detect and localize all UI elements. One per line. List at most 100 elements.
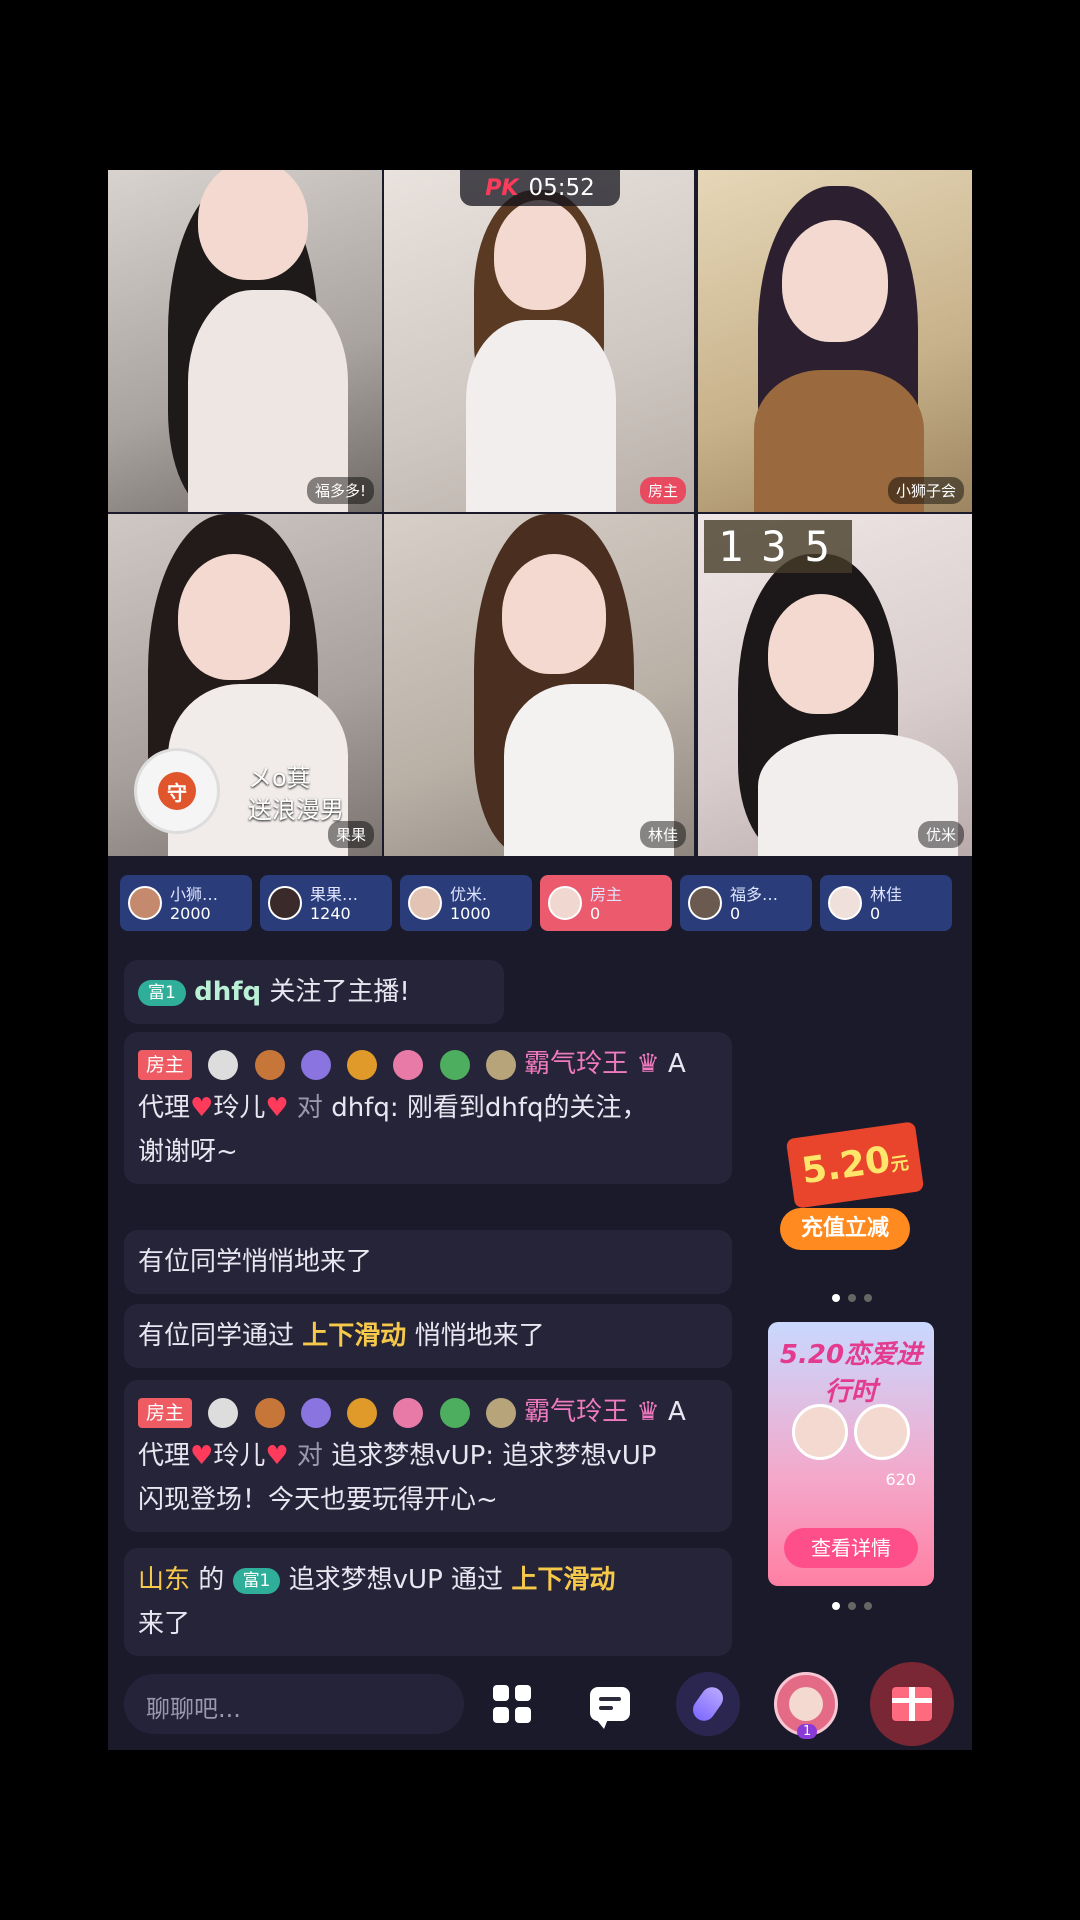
pk-logo: PK xyxy=(485,175,519,201)
gift-description: 送浪漫男 xyxy=(248,796,344,824)
stream-tile-5[interactable]: 林佳 xyxy=(384,514,694,856)
coupon-amount: 5.20 xyxy=(799,1139,893,1193)
medal-icon xyxy=(393,1049,424,1080)
stream-name-tag: 林佳 xyxy=(639,821,686,848)
chat-message-host-2[interactable]: 房主 霸气玲王 ♛ A 代理♥玲儿♥ 对 追求梦想vUP: 追求梦想vUP 闪现… xyxy=(124,1380,732,1532)
gift-icon xyxy=(892,1687,932,1721)
rank-score: 0 xyxy=(870,904,881,923)
chat-username[interactable]: dhfq xyxy=(194,977,261,1007)
rank-item[interactable]: 福多… 0 xyxy=(680,875,812,931)
event-avatars xyxy=(792,1404,910,1464)
chat-to-word: 对 xyxy=(296,1441,323,1471)
stream-tile-3[interactable]: 小狮子会 xyxy=(698,170,972,512)
medal-icon xyxy=(393,1397,424,1428)
chat-highlight: 上下滑动 xyxy=(302,1321,407,1351)
heart-icon: ♥ xyxy=(190,1093,214,1123)
gift-button[interactable] xyxy=(870,1662,954,1746)
chat-to-word: 对 xyxy=(296,1093,323,1123)
chat-username[interactable]: 霸气玲王 xyxy=(524,1397,628,1427)
event-banner[interactable]: 5.20恋爱进行时 620 查看详情 xyxy=(768,1322,934,1586)
medal-icon xyxy=(254,1049,285,1080)
chat-message-follow[interactable]: 富1 dhfq 关注了主播! xyxy=(124,960,504,1024)
avatar xyxy=(828,886,862,920)
chat-message-enter-swipe: 有位同学通过 上下滑动 悄悄地来了 xyxy=(124,1304,732,1368)
chat-text: 通过 xyxy=(451,1565,504,1595)
level-text: A xyxy=(668,1397,686,1427)
stream-tile-2[interactable]: 房主 xyxy=(384,170,694,512)
coupon-unit: 元 xyxy=(889,1152,911,1176)
recharge-button[interactable]: 充值立减 xyxy=(780,1208,910,1250)
level-text: A xyxy=(668,1049,686,1079)
fan-club-button[interactable]: 1 xyxy=(774,1672,838,1739)
chat-message-enter: 有位同学悄悄地来了 xyxy=(124,1230,732,1294)
rank-score: 1000 xyxy=(450,904,491,923)
pk-ranking-bar: 小狮… 2000 果果… 1240 优米. 1000 房主 0 福多… 0 林佳… xyxy=(120,875,970,931)
medal-icon xyxy=(208,1049,239,1080)
crown-icon: ♛ xyxy=(636,1049,660,1079)
fan-name: 玲儿 xyxy=(213,1093,266,1123)
fan-name: 玲儿 xyxy=(213,1441,266,1471)
stream-tile-1[interactable]: 福多多! xyxy=(108,170,382,512)
heart-icon: ♥ xyxy=(190,1441,214,1471)
chat-input[interactable]: 聊聊吧... xyxy=(124,1674,464,1734)
title-text: 代理 xyxy=(138,1441,191,1471)
chat-text: 有位同学悄悄地来了 xyxy=(138,1247,373,1277)
medal-icon xyxy=(439,1049,470,1080)
banner-pager xyxy=(832,1602,872,1610)
chat-text: 的 xyxy=(198,1565,225,1595)
more-apps-button[interactable] xyxy=(480,1672,544,1736)
wealth-level-badge: 富1 xyxy=(232,1567,281,1594)
chat-text: 谢谢呀~ xyxy=(138,1137,238,1167)
recharge-discount-banner[interactable]: 5.20元 充值立减 xyxy=(780,1121,930,1260)
chat-bubble-icon xyxy=(590,1687,630,1729)
chat-target-user: dhfq: xyxy=(331,1093,399,1123)
view-details-button[interactable]: 查看详情 xyxy=(784,1528,918,1568)
grid-icon xyxy=(493,1685,531,1723)
host-badge: 房主 xyxy=(138,1397,193,1428)
chat-target-user: 追求梦想vUP: xyxy=(331,1441,495,1471)
chat-text: 关注了主播! xyxy=(269,977,410,1007)
chat-text: 悄悄地来了 xyxy=(414,1321,545,1351)
pk-timer: PK 05:52 xyxy=(460,170,620,206)
title-text: 代理 xyxy=(138,1093,191,1123)
pk-score: 135 xyxy=(704,520,852,573)
stream-tile-6[interactable]: 135 优米 xyxy=(698,514,972,856)
rank-item[interactable]: 果果… 1240 xyxy=(260,875,392,931)
chat-username[interactable]: 霸气玲王 xyxy=(524,1049,628,1079)
avatar xyxy=(548,886,582,920)
rank-name: 福多… xyxy=(730,885,779,904)
pk-countdown: 05:52 xyxy=(528,175,595,201)
voice-button[interactable] xyxy=(676,1672,740,1736)
rank-item[interactable]: 林佳 0 xyxy=(820,875,952,931)
medal-icon xyxy=(208,1397,239,1428)
chat-username[interactable]: 追求梦想vUP xyxy=(289,1565,443,1595)
stream-name-tag: 优米 xyxy=(917,821,964,848)
chat-text: 追求梦想vUP xyxy=(502,1441,657,1471)
medal-icon xyxy=(254,1397,285,1428)
chat-message-enter-user[interactable]: 山东 的 富1 追求梦想vUP 通过 上下滑动 来了 xyxy=(124,1548,732,1656)
stream-name-tag: 小狮子会 xyxy=(887,477,964,504)
message-button[interactable] xyxy=(578,1672,642,1736)
rank-score: 1240 xyxy=(310,904,351,923)
stream-name-tag: 果果 xyxy=(327,821,374,848)
microphone-icon xyxy=(688,1682,728,1726)
rank-item[interactable]: 小狮… 2000 xyxy=(120,875,252,931)
rank-name: 林佳 xyxy=(870,885,903,904)
avatar xyxy=(688,886,722,920)
medal-icon xyxy=(300,1049,331,1080)
rank-name: 小狮… xyxy=(170,885,219,904)
rank-name: 果果… xyxy=(310,885,359,904)
chat-message-host-1[interactable]: 房主 霸气玲王 ♛ A 代理♥玲儿♥ 对 dhfq: 刚看到dhfq的关注， 谢… xyxy=(124,1032,732,1184)
avatar xyxy=(128,886,162,920)
medal-icon xyxy=(485,1397,516,1428)
guardian-badge-icon[interactable]: 守 xyxy=(134,748,220,834)
avatar xyxy=(789,1687,823,1721)
rank-item[interactable]: 优米. 1000 xyxy=(400,875,532,931)
pk-video-grid: 福多多! 房主 小狮子会 守 メo萁 送浪漫男 果果 林佳 135 优米 PK … xyxy=(108,170,972,858)
rank-item-host[interactable]: 房主 0 xyxy=(540,875,672,931)
host-tag: 房主 xyxy=(639,477,686,504)
stream-tile-4[interactable]: 守 メo萁 送浪漫男 果果 xyxy=(108,514,382,856)
avatar xyxy=(854,1404,910,1460)
medal-icon xyxy=(300,1397,331,1428)
heart-icon: ♥ xyxy=(265,1441,289,1471)
